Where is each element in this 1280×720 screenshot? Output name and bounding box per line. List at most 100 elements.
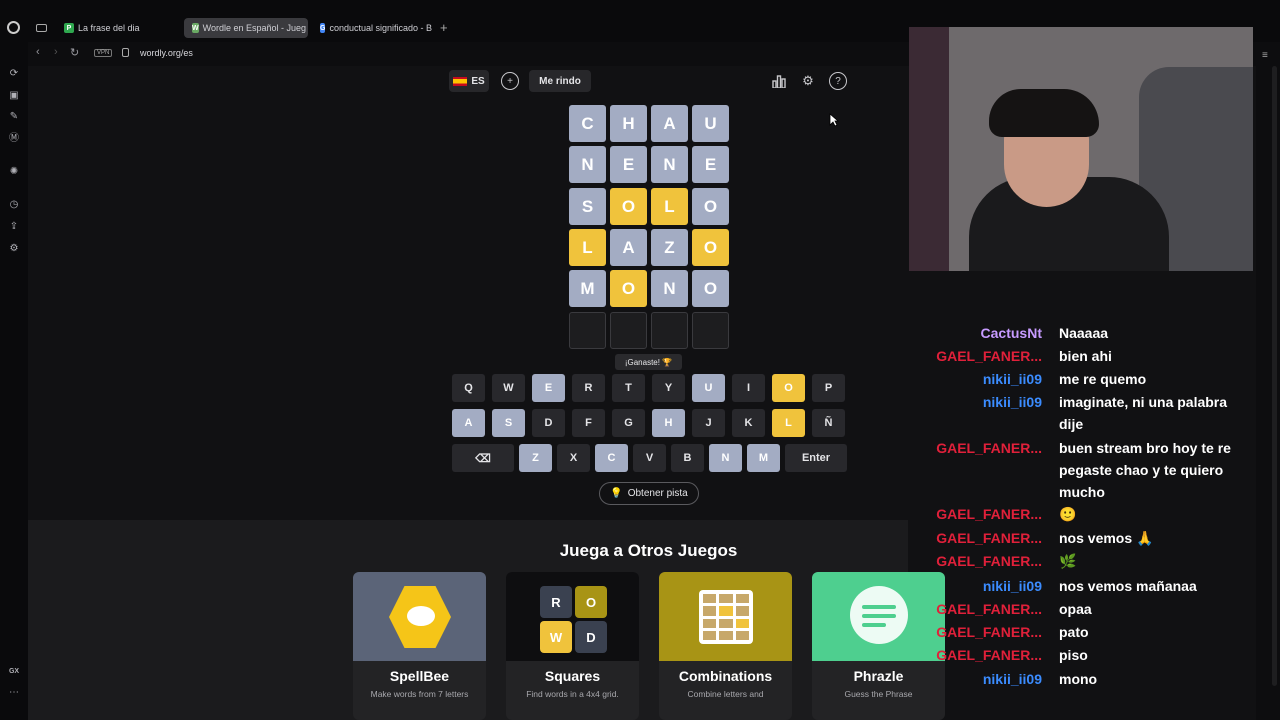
- keyboard-key[interactable]: Y: [652, 374, 685, 402]
- give-up-button[interactable]: Me rindo: [529, 70, 591, 92]
- keyboard-key[interactable]: N: [709, 444, 742, 472]
- keyboard-key[interactable]: H: [652, 409, 685, 437]
- chat-text: 🌿: [1059, 553, 1077, 569]
- keyboard-key[interactable]: F: [572, 409, 605, 437]
- add-circle-icon[interactable]: +: [501, 72, 519, 90]
- keyboard-key[interactable]: V: [633, 444, 666, 472]
- keyboard-key[interactable]: ⌫: [452, 444, 514, 472]
- keyboard-key[interactable]: J: [692, 409, 725, 437]
- browser-tab[interactable]: Gconductual significado - B: [312, 18, 437, 38]
- stats-icon[interactable]: [768, 70, 790, 92]
- keyboard-key[interactable]: A: [452, 409, 485, 437]
- forward-icon[interactable]: ›: [54, 46, 58, 58]
- keyboard-key[interactable]: W: [492, 374, 525, 402]
- chat-text: bien ahi: [1059, 348, 1112, 364]
- clock-icon[interactable]: ◷: [8, 199, 20, 211]
- menu-icon[interactable]: ≡: [1262, 50, 1268, 61]
- chat-username[interactable]: nikii_ii09: [918, 575, 1042, 597]
- board-tile: L: [569, 229, 606, 266]
- m-icon[interactable]: Ⓜ: [8, 133, 20, 145]
- browser-tab[interactable]: W Wordle en Español - Jueg: [184, 18, 308, 38]
- board-tile: N: [651, 146, 688, 183]
- url-field[interactable]: wordly.org/es: [140, 48, 193, 58]
- chat-text: mono: [1059, 671, 1098, 687]
- keyboard-key[interactable]: X: [557, 444, 590, 472]
- board-tile: O: [692, 229, 729, 266]
- squares-letter-tile: R: [540, 586, 572, 618]
- opera-logo-icon[interactable]: [7, 21, 20, 34]
- chat-username[interactable]: GAEL_FANER...: [918, 550, 1042, 572]
- chat-text: nos vemos 🙏: [1059, 530, 1154, 546]
- share-icon[interactable]: ⇪: [8, 221, 20, 233]
- win-toast: ¡Ganaste! 🏆: [615, 354, 682, 370]
- squares-letter-tile: D: [575, 621, 607, 653]
- chat-username[interactable]: GAEL_FANER...: [918, 644, 1042, 666]
- board-tile: L: [651, 188, 688, 225]
- keyboard-key[interactable]: O: [772, 374, 805, 402]
- chat-username[interactable]: GAEL_FANER...: [918, 527, 1042, 549]
- keyboard-key[interactable]: L: [772, 409, 805, 437]
- chat-username[interactable]: CactusNt: [918, 322, 1042, 344]
- help-icon[interactable]: ?: [829, 72, 847, 90]
- keyboard-key[interactable]: U: [692, 374, 725, 402]
- stream-chat: CactusNt Naaaaa GAEL_FANER... bien ahi nikii…: [928, 322, 1268, 702]
- keyboard-key[interactable]: Ñ: [812, 409, 845, 437]
- tab-label: conductual significado - B: [329, 23, 433, 33]
- vpn-badge[interactable]: VPN: [94, 49, 113, 57]
- chat-username[interactable]: nikii_ii09: [918, 391, 1042, 413]
- chat-username[interactable]: GAEL_FANER...: [918, 621, 1042, 643]
- new-tab-button[interactable]: +: [440, 20, 448, 35]
- bag-icon[interactable]: ▣: [8, 90, 20, 102]
- keyboard-key[interactable]: Z: [519, 444, 552, 472]
- keyboard-key[interactable]: B: [671, 444, 704, 472]
- chat-username[interactable]: GAEL_FANER...: [918, 503, 1042, 525]
- browser-tab[interactable]: P La frase del dia: [56, 18, 181, 38]
- gx-label[interactable]: GX: [8, 666, 20, 678]
- keyboard-key[interactable]: M: [747, 444, 780, 472]
- keyboard-key[interactable]: R: [572, 374, 605, 402]
- history-icon[interactable]: ⟳: [8, 68, 20, 80]
- chat-username[interactable]: GAEL_FANER...: [918, 437, 1042, 459]
- squares-letter-tile: W: [540, 621, 572, 653]
- pencil-icon[interactable]: ✎: [8, 111, 20, 123]
- game-card[interactable]: SpellBee Make words from 7 letters: [353, 572, 486, 720]
- game-card[interactable]: R O W D Squares Find words in a 4x4 grid.: [506, 572, 639, 720]
- bee-icon: [353, 572, 486, 661]
- chat-username[interactable]: GAEL_FANER...: [918, 598, 1042, 620]
- board-tile: Z: [651, 229, 688, 266]
- board-tile: S: [569, 188, 606, 225]
- keyboard-key[interactable]: Q: [452, 374, 485, 402]
- settings-icon[interactable]: ⚙: [8, 243, 20, 255]
- chat-username[interactable]: nikii_ii09: [918, 368, 1042, 390]
- board-tile: [651, 312, 688, 349]
- keyboard-key[interactable]: T: [612, 374, 645, 402]
- gear-icon[interactable]: ⚙: [797, 70, 819, 92]
- keyboard-key[interactable]: C: [595, 444, 628, 472]
- keyboard-key[interactable]: Enter: [785, 444, 847, 472]
- chat-text: buen stream bro hoy te re pegaste chao y…: [1059, 440, 1231, 500]
- game-card[interactable]: Combinations Combine letters and: [659, 572, 792, 720]
- back-icon[interactable]: ‹: [36, 46, 40, 58]
- reload-icon[interactable]: ↻: [70, 46, 79, 59]
- board-tile: U: [692, 105, 729, 142]
- keyboard-key[interactable]: G: [612, 409, 645, 437]
- keyboard-key[interactable]: K: [732, 409, 765, 437]
- keyboard-key[interactable]: E: [532, 374, 565, 402]
- keyboard-key[interactable]: I: [732, 374, 765, 402]
- tab-favicon-icon: W: [192, 23, 199, 33]
- hint-button[interactable]: 💡 Obtener pista: [599, 482, 699, 505]
- keyboard-key[interactable]: D: [532, 409, 565, 437]
- board-tile: O: [692, 270, 729, 307]
- chat-text: piso: [1059, 647, 1088, 663]
- language-button[interactable]: ES: [449, 70, 489, 92]
- keyboard-key[interactable]: P: [812, 374, 845, 402]
- chat-username[interactable]: GAEL_FANER...: [918, 345, 1042, 367]
- keyboard-key[interactable]: S: [492, 409, 525, 437]
- chat-username[interactable]: nikii_ii09: [918, 668, 1042, 690]
- more-icon[interactable]: ⋯: [8, 687, 20, 699]
- lock-icon[interactable]: [122, 48, 129, 57]
- ai-icon[interactable]: ✺: [8, 166, 20, 178]
- tab-overview-icon[interactable]: [36, 24, 47, 32]
- board-tile: H: [610, 105, 647, 142]
- scrollbar[interactable]: [1272, 66, 1277, 686]
